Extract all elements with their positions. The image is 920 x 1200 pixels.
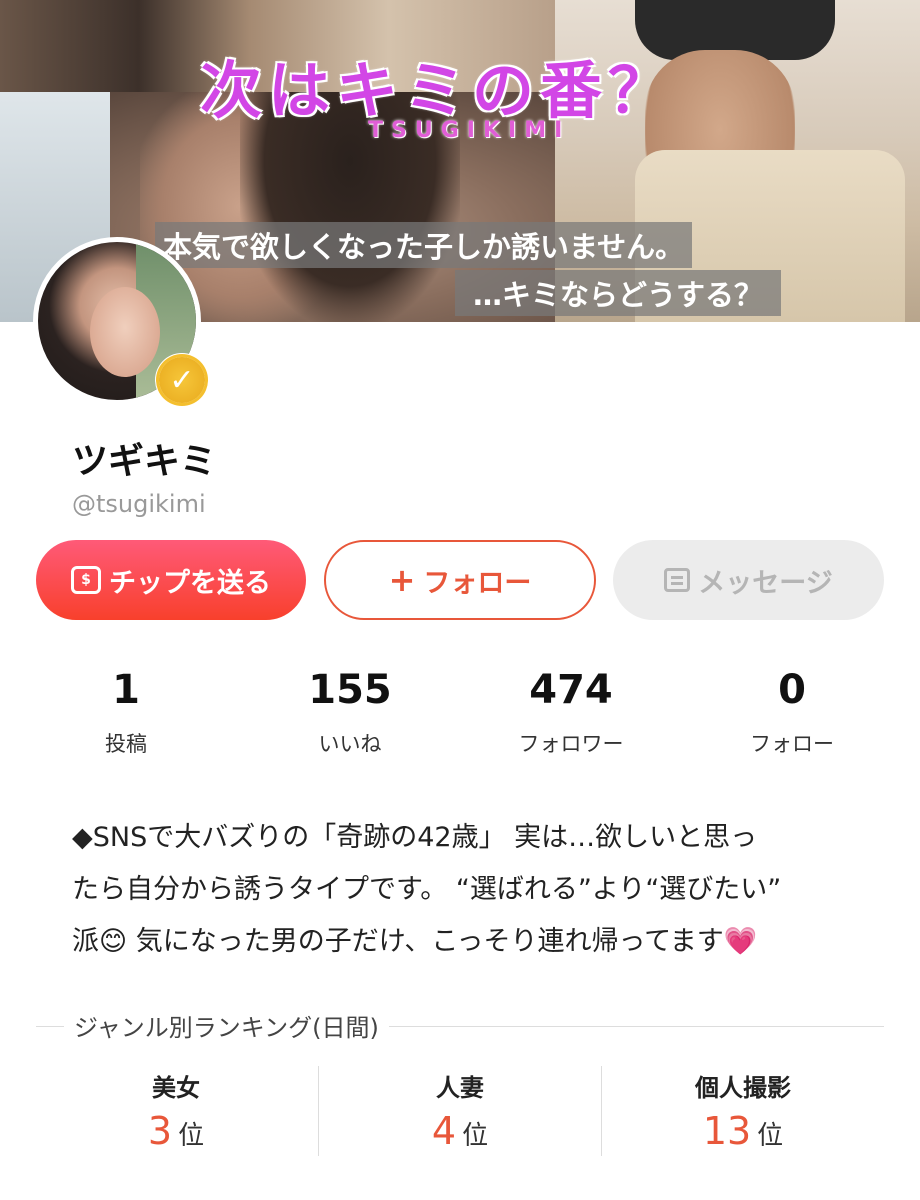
verified-badge-icon: ✓	[155, 353, 209, 407]
ranking-number: 13	[702, 1109, 752, 1153]
ranking-category: 個人撮影	[695, 1074, 791, 1102]
profile-bio[interactable]: ◆SNSで大バズりの「奇跡の42歳」 実は…欲しいと思っ たら自分から誘うタイプ…	[72, 812, 852, 960]
banner-subtitle: TSUGIKIMI	[368, 118, 571, 143]
stat-value: 1	[112, 667, 140, 713]
stat-followers[interactable]: 474 フォロワー	[461, 662, 681, 758]
message-label: メッセージ	[698, 567, 833, 599]
follow-button[interactable]: + フォロー	[324, 540, 596, 620]
stat-following[interactable]: 0 フォロー	[682, 662, 902, 758]
ranking-position: 3位	[36, 1109, 316, 1153]
ranking-heading: ジャンル別ランキング(日間)	[64, 1008, 389, 1043]
ranking-item[interactable]: 人妻 4位	[320, 1068, 600, 1153]
banner-caption: …キミならどうする？	[455, 270, 782, 316]
stat-posts[interactable]: 1 投稿	[16, 662, 236, 758]
ranking-number: 3	[147, 1109, 173, 1153]
message-button[interactable]: メッセージ	[613, 540, 884, 620]
bio-line: ◆SNSで大バズりの「奇跡の42歳」 実は…欲しいと思っ	[72, 822, 758, 853]
stat-label: フォロー	[750, 732, 834, 756]
ranking-position: 4位	[320, 1109, 600, 1153]
banner-caption: 本気で欲しくなった子しか誘いません。	[155, 222, 693, 268]
message-icon	[664, 568, 691, 592]
ranking-category: 人妻	[436, 1074, 484, 1102]
banner-title: 次はキミの番？	[200, 54, 677, 127]
ranking-section-header: ジャンル別ランキング(日間)	[36, 1008, 884, 1044]
send-tip-button[interactable]: $ チップを送る	[36, 540, 306, 620]
tip-wallet-icon: $	[71, 566, 101, 594]
ranking-number: 4	[431, 1109, 457, 1153]
bio-line: たら自分から誘うタイプです。 “選ばれる”より“選びたい”	[72, 874, 782, 905]
stat-label: いいね	[318, 732, 382, 756]
plus-icon: +	[388, 561, 416, 599]
ranking-unit: 位	[462, 1121, 489, 1151]
display-name: ツギキミ	[72, 441, 217, 482]
user-handle: @tsugikimi	[72, 490, 206, 518]
stat-label: 投稿	[105, 732, 147, 756]
bio-line: 派😊 気になった男の子だけ、こっそり連れ帰ってます💗	[72, 926, 758, 957]
ranking-unit: 位	[178, 1121, 205, 1151]
divider	[318, 1066, 319, 1156]
ranking-item[interactable]: 個人撮影 13 位	[603, 1068, 883, 1153]
send-tip-label: チップを送る	[109, 567, 271, 599]
stat-likes[interactable]: 155 いいね	[240, 662, 460, 758]
profile-page: 次はキミの番？ TSUGIKIMI 本気で欲しくなった子しか誘いません。 …キミ…	[0, 0, 920, 1200]
ranking-unit: 位	[757, 1121, 784, 1151]
follow-label: フォロー	[423, 567, 532, 599]
ranking-category: 美女	[152, 1074, 200, 1102]
divider	[601, 1066, 602, 1156]
ranking-position: 13 位	[603, 1109, 883, 1153]
ranking-item[interactable]: 美女 3位	[36, 1068, 316, 1153]
stat-label: フォロワー	[518, 732, 624, 756]
stat-value: 155	[308, 667, 392, 713]
stat-value: 474	[529, 667, 613, 713]
stat-value: 0	[778, 667, 806, 713]
